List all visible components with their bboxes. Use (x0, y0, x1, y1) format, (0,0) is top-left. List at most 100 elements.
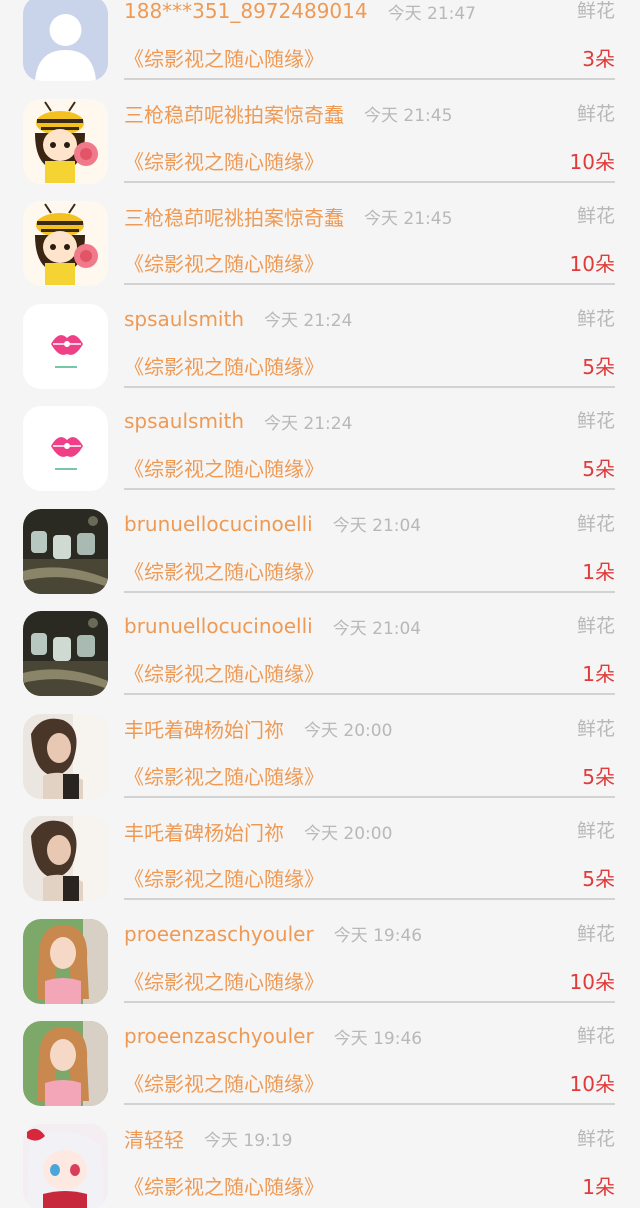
bee-girl-avatar[interactable] (23, 201, 108, 286)
name-time-line: 清轻轻 今天 19:19 (124, 1124, 292, 1154)
woman-photo-avatar[interactable] (23, 816, 108, 901)
timestamp: 今天 21:45 (364, 106, 453, 126)
glass-jars-avatar[interactable] (23, 508, 108, 594)
gift-type: 鲜花 (576, 717, 615, 740)
gift-record-row[interactable]: 三枪稳茚呢祧拍案惊奇蠢 今天 21:45 鲜花 《综影视之随心随缘》 10朵 (0, 98, 640, 202)
gift-record-row[interactable]: 丰吒着碑杨始门祢 今天 20:00 鲜花 《综影视之随心随缘》 5朵 (0, 713, 640, 817)
gift-record-row[interactable]: spsaulsmith 今天 21:24 鲜花 《综影视之随心随缘》 5朵 (0, 303, 640, 407)
name-time-line: proeenzaschyouler 今天 19:46 (124, 1021, 422, 1051)
row-divider (124, 590, 615, 593)
name-time-line: brunuellocucinoelli 今天 21:04 (124, 509, 421, 539)
glass-jars-avatar[interactable] (23, 611, 108, 696)
gift-type: 鲜花 (576, 922, 615, 945)
pink-lips-avatar[interactable] (23, 303, 108, 389)
gift-type: 鲜花 (576, 1127, 615, 1150)
gift-type: 鲜花 (576, 205, 615, 227)
user-name[interactable]: spsaulsmith (124, 409, 244, 433)
user-name[interactable]: proeenzaschyouler (124, 1024, 314, 1048)
gift-record-row[interactable]: brunuellocucinoelli 今天 21:04 鲜花 《综影视之随心随… (0, 508, 640, 612)
gift-count: 10朵 (569, 149, 615, 174)
user-name[interactable]: spsaulsmith (124, 307, 244, 331)
novel-title-link[interactable]: 《综影视之随心随缘》 (124, 659, 324, 689)
gift-record-row[interactable]: proeenzaschyouler 今天 19:46 鲜花 《综影视之随心随缘》… (0, 1021, 640, 1124)
novel-title-link[interactable]: 《综影视之随心随缘》 (124, 44, 324, 74)
timestamp: 今天 21:04 (332, 516, 422, 536)
row-divider (124, 488, 615, 490)
name-time-line: 三枪稳茚呢祧拍案惊奇蠢 今天 21:45 (124, 99, 452, 129)
row-divider (124, 1000, 615, 1003)
gift-type: 鲜花 (576, 615, 615, 637)
gift-type: 鲜花 (576, 0, 615, 22)
user-name[interactable]: brunuellocucinoelli (124, 614, 313, 638)
bee-girl-avatar[interactable] (23, 98, 108, 184)
anime-girl-avatar[interactable] (23, 1123, 108, 1208)
timestamp: 今天 19:46 (333, 926, 423, 946)
name-time-line: 三枪稳茚呢祧拍案惊奇蠢 今天 21:45 (124, 201, 452, 231)
gift-record-row[interactable]: 丰吒着碑杨始门祢 今天 20:00 鲜花 《综影视之随心随缘》 5朵 (0, 816, 640, 919)
row-divider (124, 795, 615, 798)
novel-title-link[interactable]: 《综影视之随心随缘》 (124, 864, 324, 894)
timestamp: 今天 21:04 (332, 618, 422, 639)
user-name[interactable]: 丰吒着碑杨始门祢 (124, 817, 284, 846)
novel-title-link[interactable]: 《综影视之随心随缘》 (124, 454, 324, 484)
gift-record-row[interactable]: 清轻轻 今天 19:19 鲜花 《综影视之随心随缘》 1朵 (0, 1123, 640, 1208)
row-divider (124, 78, 615, 80)
user-name[interactable]: 清轻轻 (124, 1124, 184, 1153)
novel-title-link[interactable]: 《综影视之随心随缘》 (124, 352, 324, 382)
gift-count: 1朵 (582, 1174, 615, 1199)
name-time-line: proeenzaschyouler 今天 19:46 (124, 919, 422, 949)
gift-type: 鲜花 (576, 512, 615, 535)
user-name[interactable]: 三枪稳茚呢祧拍案惊奇蠢 (124, 99, 344, 128)
gift-count: 5朵 (582, 764, 615, 789)
novel-title-link[interactable]: 《综影视之随心随缘》 (124, 147, 324, 177)
gift-count: 10朵 (569, 252, 615, 276)
user-name[interactable]: 188***351_8972489014 (124, 0, 368, 23)
novel-title-link[interactable]: 《综影视之随心随缘》 (124, 557, 324, 587)
gift-record-row[interactable]: brunuellocucinoelli 今天 21:04 鲜花 《综影视之随心随… (0, 611, 640, 714)
name-time-line: brunuellocucinoelli 今天 21:04 (124, 611, 421, 641)
user-name[interactable]: 三枪稳茚呢祧拍案惊奇蠢 (124, 202, 344, 231)
gift-count: 1朵 (582, 559, 615, 584)
gift-type: 鲜花 (576, 102, 615, 125)
row-divider (124, 1103, 615, 1105)
gift-record-row[interactable]: spsaulsmith 今天 21:24 鲜花 《综影视之随心随缘》 5朵 (0, 406, 640, 509)
gift-record-row[interactable]: 188***351_8972489014 今天 21:47 鲜花 《综影视之随心… (0, 0, 640, 99)
row-divider (124, 283, 615, 285)
novel-title-link[interactable]: 《综影视之随心随缘》 (124, 249, 324, 279)
name-time-line: spsaulsmith 今天 21:24 (124, 304, 352, 334)
blonde-girl-avatar[interactable] (23, 1021, 108, 1106)
row-divider (124, 693, 615, 695)
gift-type: 鲜花 (576, 820, 615, 842)
novel-title-link[interactable]: 《综影视之随心随缘》 (124, 1172, 324, 1202)
timestamp: 今天 21:24 (264, 413, 353, 434)
gift-type: 鲜花 (576, 307, 615, 330)
novel-title-link[interactable]: 《综影视之随心随缘》 (124, 1069, 324, 1099)
pink-lips-avatar[interactable] (23, 406, 108, 491)
gift-count: 5朵 (582, 354, 615, 379)
novel-title-link[interactable]: 《综影视之随心随缘》 (124, 967, 324, 997)
row-divider (124, 898, 615, 900)
default-avatar-icon[interactable] (23, 0, 108, 81)
name-time-line: spsaulsmith 今天 21:24 (124, 406, 352, 436)
blonde-girl-avatar[interactable] (23, 918, 108, 1004)
timestamp: 今天 19:19 (204, 1131, 293, 1151)
gift-count: 5朵 (582, 867, 615, 891)
name-time-line: 丰吒着碑杨始门祢 今天 20:00 (124, 714, 392, 744)
gift-record-row[interactable]: 三枪稳茚呢祧拍案惊奇蠢 今天 21:45 鲜花 《综影视之随心随缘》 10朵 (0, 201, 640, 304)
row-divider (124, 385, 615, 388)
name-time-line: 188***351_8972489014 今天 21:47 (124, 0, 476, 26)
timestamp: 今天 21:24 (264, 311, 353, 331)
timestamp: 今天 20:00 (304, 721, 393, 741)
novel-title-link[interactable]: 《综影视之随心随缘》 (124, 762, 324, 792)
user-name[interactable]: proeenzaschyouler (124, 922, 314, 946)
gift-count: 10朵 (569, 969, 615, 994)
woman-photo-avatar[interactable] (23, 713, 108, 799)
user-name[interactable]: brunuellocucinoelli (124, 512, 313, 536)
user-name[interactable]: 丰吒着碑杨始门祢 (124, 714, 284, 743)
row-divider (124, 180, 615, 183)
gift-count: 10朵 (569, 1072, 615, 1096)
gift-count: 5朵 (582, 457, 615, 481)
gift-record-list: 188***351_8972489014 今天 21:47 鲜花 《综影视之随心… (0, 0, 640, 1208)
gift-record-row[interactable]: proeenzaschyouler 今天 19:46 鲜花 《综影视之随心随缘》… (0, 918, 640, 1022)
name-time-line: 丰吒着碑杨始门祢 今天 20:00 (124, 816, 392, 846)
